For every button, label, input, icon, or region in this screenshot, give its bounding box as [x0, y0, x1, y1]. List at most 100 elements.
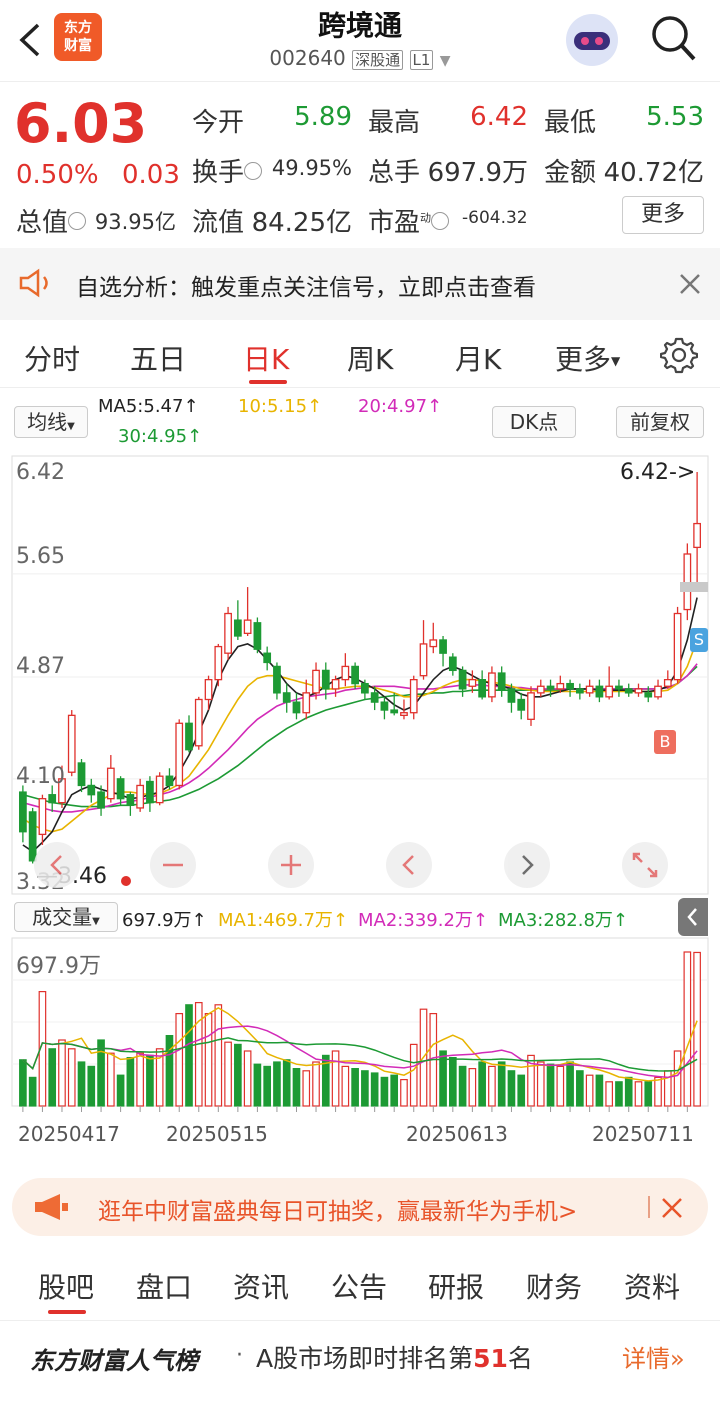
search-icon[interactable] [650, 14, 698, 64]
candle-body [478, 678, 487, 698]
mktcap-value: 93.95亿 [94, 210, 176, 234]
turnover-label[interactable]: 换手 [192, 152, 263, 189]
candle-body [605, 685, 614, 698]
tab-monthly-k[interactable]: 月K [455, 338, 501, 378]
dk-point-button[interactable]: DK点 [492, 406, 576, 438]
low-label: 最低 [544, 108, 597, 138]
volume-bar [146, 1054, 154, 1107]
low-value: 5.53 [646, 102, 704, 132]
zoom-out-left-button[interactable] [34, 842, 80, 888]
ma-select[interactable]: 均线▼ [14, 406, 88, 438]
more-button[interactable]: 更多 [622, 196, 704, 234]
volume-bar [624, 1076, 633, 1107]
adjust-button[interactable]: 前复权 [616, 406, 704, 438]
change-value: 0.03 [122, 160, 180, 190]
gear-icon[interactable] [660, 336, 698, 374]
volume-bar [263, 1065, 271, 1107]
volume-bar [458, 1065, 467, 1107]
volume-bar [116, 1074, 125, 1107]
pe-label[interactable]: 市盈动 [368, 202, 450, 239]
candle-body [263, 652, 272, 664]
y-tick-label: 5.65 [16, 544, 65, 569]
float-value: 84.25亿 [251, 208, 352, 238]
candle-body [575, 688, 584, 694]
candle-body [488, 672, 496, 698]
tab-more[interactable]: 更多▼ [555, 338, 620, 378]
candle-body [663, 678, 672, 687]
date-label: 20250515 [166, 1122, 268, 1146]
tab-pankou[interactable]: 盘口 [136, 1266, 192, 1306]
collapse-panel-button[interactable] [678, 898, 708, 936]
candle-body [282, 692, 291, 703]
volume-bar [478, 1061, 486, 1107]
stock-code: 002640 [269, 46, 346, 70]
zoom-in-button[interactable] [268, 842, 314, 888]
tab-announcements[interactable]: 公告 [331, 1266, 387, 1306]
volume-select[interactable]: 成交量▼ [14, 902, 118, 932]
ma-lines [22, 597, 698, 853]
candle-body [165, 775, 174, 787]
volume-bar [370, 1072, 379, 1107]
volume-bar [312, 1061, 320, 1107]
date-label: 20250613 [406, 1122, 508, 1146]
candle-body [654, 685, 662, 698]
candle-body [292, 701, 301, 714]
robot-avatar-icon[interactable] [566, 14, 618, 66]
high-label: 最高 [368, 108, 421, 138]
rank-text: A股市场即时排名第51名 [256, 1344, 533, 1373]
close-icon[interactable] [660, 1196, 684, 1220]
candle-body [204, 678, 213, 701]
price-frame [11, 455, 709, 895]
tab-5day[interactable]: 五日 [130, 338, 186, 378]
float-label: 流值 [192, 208, 245, 238]
zoom-out-button[interactable] [150, 842, 196, 888]
popularity-rank-row[interactable]: 东方财富人气榜 · A股市场即时排名第51名 详情» [0, 1320, 720, 1390]
high-value: 6.42 [470, 102, 528, 132]
candle-body [566, 682, 574, 690]
volume-bar [282, 1059, 291, 1107]
date-label: 20250417 [18, 1122, 120, 1146]
volume-bar [644, 1081, 653, 1107]
kline-chart[interactable]: 6.42 5.65 4.87 4.10 3.32 6.42-> —3.46 B … [0, 454, 720, 1174]
scroll-right-button[interactable] [504, 842, 550, 888]
volume-bar [341, 1065, 350, 1107]
candle-body [302, 692, 311, 714]
volume-bar [19, 1059, 27, 1107]
period-tabs: 分时 五日 日K 周K 月K 更多▼ [0, 320, 720, 388]
close-icon[interactable] [678, 272, 702, 296]
info-icon [431, 211, 450, 230]
tab-profile[interactable]: 资料 [624, 1266, 680, 1306]
fullscreen-button[interactable] [622, 842, 668, 888]
tab-news[interactable]: 资讯 [233, 1266, 289, 1306]
tab-daily-k[interactable]: 日K [243, 338, 289, 378]
tab-finance[interactable]: 财务 [526, 1266, 582, 1306]
candle-body [341, 665, 350, 681]
market-tag: 深股通 [352, 50, 404, 70]
volume-bar [449, 1056, 457, 1107]
volume-max-label: 697.9万 [16, 954, 101, 979]
candle-body [146, 780, 154, 804]
candle-body [48, 794, 57, 804]
notice-bar[interactable]: 自选分析：触发重点关注信号，立即点击查看 [0, 248, 720, 320]
tab-research[interactable]: 研报 [428, 1266, 484, 1306]
volume-bar [97, 1039, 105, 1107]
tab-weekly-k[interactable]: 周K [347, 338, 393, 378]
indicator-row: 均线▼ MA5:5.47↑ 10:5.15↑ 20:4.97↑ 30:4.95↑… [0, 388, 720, 454]
candle-body [429, 639, 438, 648]
volume-bar [67, 1048, 76, 1107]
candle-body [615, 685, 623, 690]
promo-banner[interactable]: 逛年中财富盛典每日可抽奖，赢最新华为手机> [12, 1178, 708, 1236]
chart-svg[interactable] [0, 454, 720, 1174]
tab-fenshi[interactable]: 分时 [24, 338, 80, 378]
scroll-left-button[interactable] [386, 842, 432, 888]
volume-bar [615, 1081, 623, 1107]
candle-body [77, 762, 86, 787]
mktcap-label[interactable]: 总值 [16, 202, 87, 239]
double-chevron-icon: » [670, 1345, 685, 1373]
volume-bar [507, 1070, 516, 1107]
candle-body [233, 619, 242, 637]
rank-detail-link[interactable]: 详情» [622, 1339, 685, 1374]
tab-guba[interactable]: 股吧 [38, 1266, 94, 1306]
notice-text: 自选分析：触发重点关注信号，立即点击查看 [76, 275, 536, 301]
volume-bar [654, 1076, 662, 1107]
